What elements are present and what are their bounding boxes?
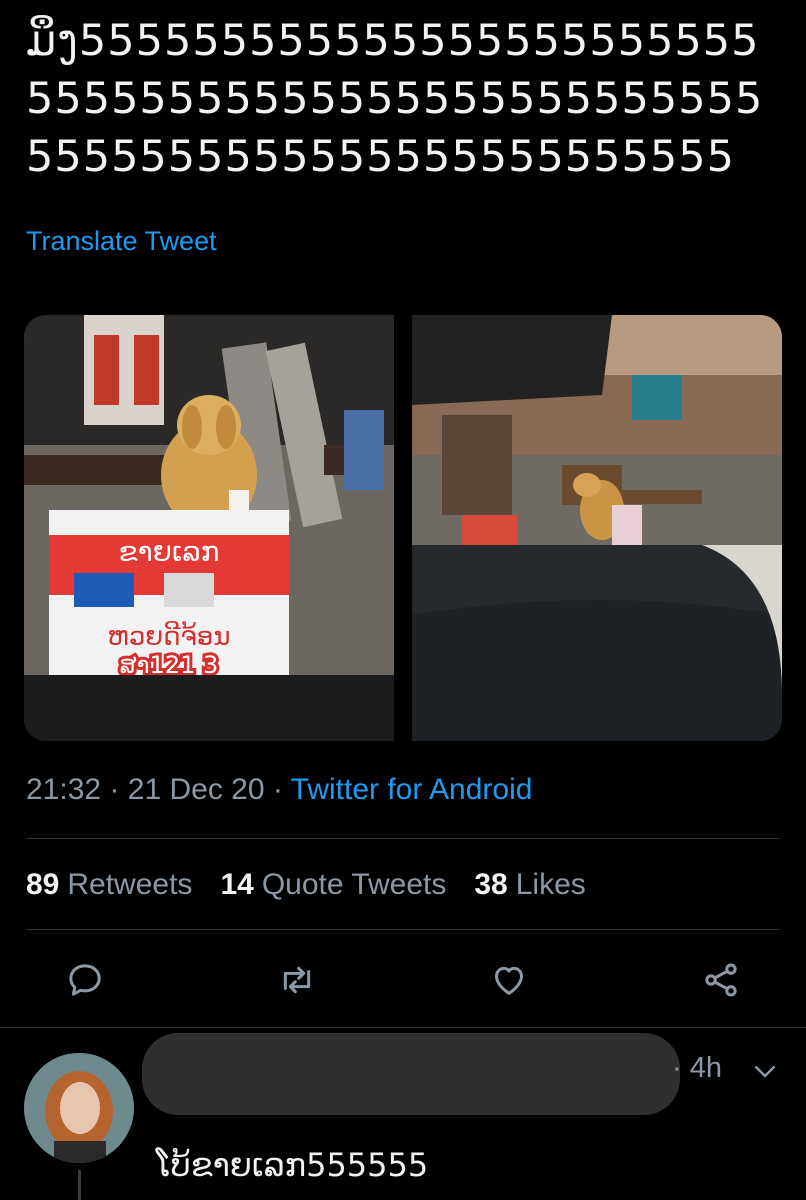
reply-button[interactable] bbox=[60, 955, 110, 1005]
redacted-username bbox=[142, 1033, 680, 1115]
reply-avatar[interactable] bbox=[24, 1053, 134, 1163]
share-button[interactable] bbox=[696, 955, 746, 1005]
retweet-icon bbox=[283, 966, 311, 994]
quotes-count: 14 bbox=[220, 868, 254, 901]
retweet-button[interactable] bbox=[272, 955, 322, 1005]
photo-dog-at-table[interactable] bbox=[412, 315, 782, 741]
quotes-stat[interactable]: 14 Quote Tweets bbox=[220, 868, 446, 902]
chevron-down-icon[interactable] bbox=[750, 1056, 780, 1086]
translate-tweet-link[interactable]: Translate Tweet bbox=[26, 226, 217, 257]
retweets-label: Retweets bbox=[67, 868, 193, 901]
media-grid: ຂາຍເລກ ຫວຍດີຈ້ອນ ສາ121 3 bbox=[24, 315, 782, 741]
like-button[interactable] bbox=[484, 955, 534, 1005]
likes-count: 38 bbox=[474, 868, 508, 901]
tweet-text: ມຶງ5555555555555555555555555555555555555… bbox=[26, 16, 764, 182]
share-icon bbox=[705, 963, 737, 997]
divider bbox=[26, 838, 780, 839]
svg-text:ຫວຍດີຈ້ອນ: ຫວຍດີຈ້ອນ bbox=[108, 620, 231, 652]
meta-separator: · bbox=[272, 773, 283, 806]
reply-text: ໂບ້ຂາຍເລກ555555 bbox=[156, 1146, 429, 1184]
reply-icon bbox=[69, 964, 101, 996]
engagement-stats: 89 Retweets 14 Quote Tweets 38 Likes bbox=[26, 868, 586, 902]
tweet-time: 21:32 bbox=[26, 773, 102, 806]
reply-timestamp: · 4h bbox=[672, 1052, 722, 1084]
retweets-stat[interactable]: 89 Retweets bbox=[26, 868, 192, 902]
meta-separator: · bbox=[109, 773, 120, 806]
svg-text:ສາ121 3: ສາ121 3 bbox=[120, 651, 219, 679]
svg-text:ຂາຍເລກ: ຂາຍເລກ bbox=[119, 535, 220, 568]
tweet-date: 21 Dec 20 bbox=[127, 773, 265, 806]
quotes-label: Quote Tweets bbox=[261, 868, 447, 901]
likes-stat[interactable]: 38 Likes bbox=[474, 868, 585, 902]
photo-dog-lottery-seller[interactable]: ຂາຍເລກ ຫວຍດີຈ້ອນ ສາ121 3 bbox=[24, 315, 394, 741]
divider bbox=[26, 929, 780, 930]
heart-icon bbox=[495, 966, 523, 995]
divider bbox=[0, 1027, 806, 1028]
thread-line bbox=[78, 1170, 81, 1200]
tweet-action-bar bbox=[60, 955, 746, 1005]
retweets-count: 89 bbox=[26, 868, 60, 901]
likes-label: Likes bbox=[515, 868, 586, 901]
tweet-timestamp: 21:32 · 21 Dec 20 · Twitter for Android bbox=[26, 773, 532, 807]
tweet-source-link[interactable]: Twitter for Android bbox=[291, 773, 533, 806]
